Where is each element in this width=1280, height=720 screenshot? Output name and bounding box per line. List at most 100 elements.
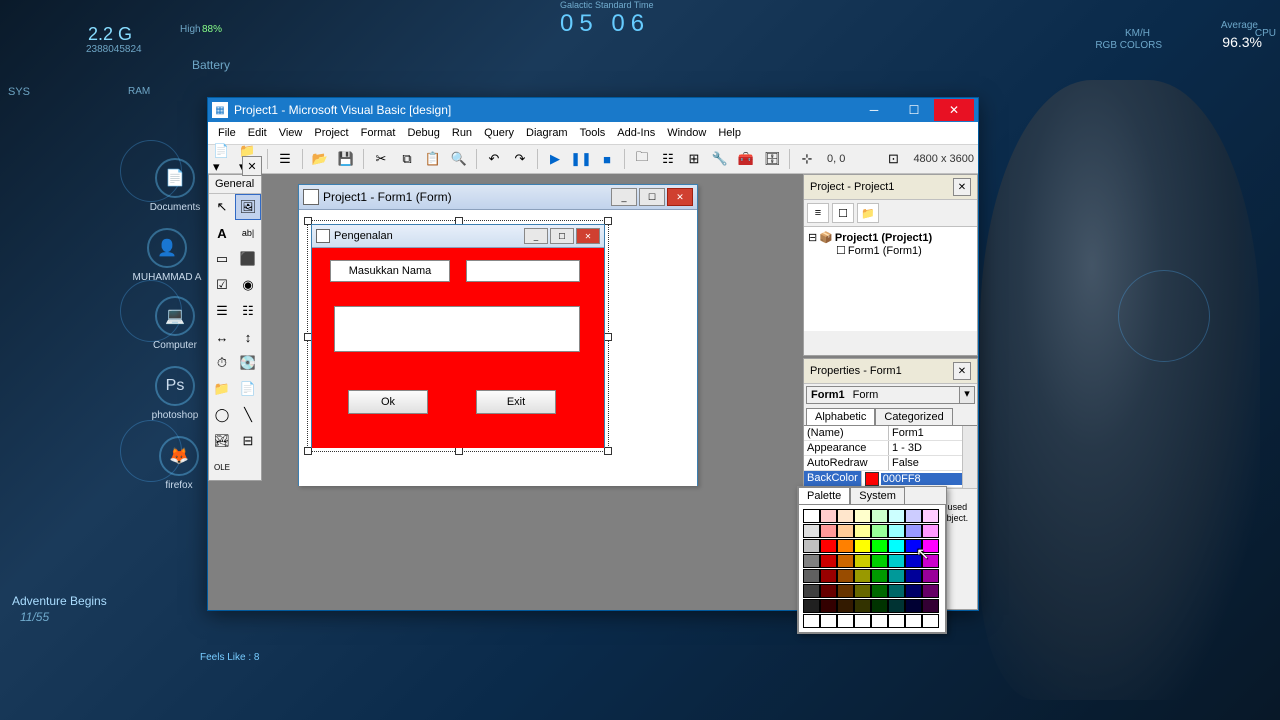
form-designer-window[interactable]: Project1 - Form1 (Form) _ ☐ ✕	[298, 184, 698, 486]
color-swatch[interactable]	[837, 509, 854, 523]
project-root[interactable]: Project1 (Project1)	[835, 232, 932, 244]
desktop-icon-firefox[interactable]: 🦊firefox	[144, 436, 214, 491]
color-swatch[interactable]	[820, 539, 837, 553]
picker-tab-palette[interactable]: Palette	[798, 487, 850, 504]
color-swatch[interactable]	[820, 599, 837, 613]
color-swatch[interactable]	[803, 599, 820, 613]
color-swatch[interactable]	[854, 524, 871, 538]
color-swatch[interactable]	[837, 554, 854, 568]
menu-debug[interactable]: Debug	[401, 125, 445, 141]
form-designer-titlebar[interactable]: Project1 - Form1 (Form) _ ☐ ✕	[299, 185, 697, 210]
color-swatch[interactable]	[837, 614, 854, 628]
color-swatch[interactable]	[888, 584, 905, 598]
tb-redo-icon[interactable]: ↷	[508, 147, 532, 171]
color-swatch[interactable]	[922, 599, 939, 613]
tb-undo-icon[interactable]: ↶	[482, 147, 506, 171]
prop-key-appearance[interactable]: Appearance	[804, 441, 889, 455]
tb-break-icon[interactable]: ❚❚	[569, 147, 593, 171]
tb-save-icon[interactable]: 💾	[334, 147, 358, 171]
menu-edit[interactable]: Edit	[242, 125, 273, 141]
menu-window[interactable]: Window	[661, 125, 712, 141]
color-swatch[interactable]	[854, 539, 871, 553]
color-swatch[interactable]	[820, 569, 837, 583]
color-swatch[interactable]	[871, 539, 888, 553]
menu-query[interactable]: Query	[478, 125, 520, 141]
color-swatch[interactable]	[837, 599, 854, 613]
tb-project-explorer-icon[interactable]: 🗀	[630, 147, 654, 171]
user-form[interactable]: Pengenalan _ ☐ ✕ Masukkan Nama Ok Exit	[311, 224, 605, 448]
color-swatch[interactable]	[871, 569, 888, 583]
tb-end-icon[interactable]: ■	[595, 147, 619, 171]
user-form-body[interactable]: Masukkan Nama Ok Exit	[312, 248, 604, 448]
toolbox-close-icon[interactable]: ✕	[242, 156, 262, 176]
color-swatch[interactable]	[905, 599, 922, 613]
color-swatch[interactable]	[820, 524, 837, 538]
label-masukkan-nama[interactable]: Masukkan Nama	[330, 260, 450, 282]
color-swatch[interactable]	[871, 584, 888, 598]
color-swatch[interactable]	[854, 509, 871, 523]
user-form-maximize-button[interactable]: ☐	[550, 228, 574, 244]
color-swatch[interactable]	[803, 554, 820, 568]
color-swatch[interactable]	[888, 524, 905, 538]
color-swatch[interactable]	[803, 569, 820, 583]
color-swatch[interactable]	[922, 509, 939, 523]
user-form-titlebar[interactable]: Pengenalan _ ☐ ✕	[312, 225, 604, 248]
color-swatch[interactable]	[837, 584, 854, 598]
color-swatch[interactable]	[837, 539, 854, 553]
toggle-folders-icon[interactable]: 📁	[857, 203, 879, 223]
color-swatch[interactable]	[871, 554, 888, 568]
color-swatch[interactable]	[803, 509, 820, 523]
user-form-close-button[interactable]: ✕	[576, 228, 600, 244]
menu-view[interactable]: View	[273, 125, 309, 141]
tb-properties-icon[interactable]: ☷	[656, 147, 680, 171]
color-swatch[interactable]	[871, 614, 888, 628]
color-swatch[interactable]	[854, 554, 871, 568]
color-swatch[interactable]	[905, 524, 922, 538]
combo-dropdown-icon[interactable]: ▾	[959, 387, 974, 403]
color-swatch[interactable]	[888, 554, 905, 568]
menu-format[interactable]: Format	[355, 125, 402, 141]
project-child[interactable]: Form1 (Form1)	[848, 245, 922, 257]
form-close-button[interactable]: ✕	[667, 188, 693, 206]
color-swatch[interactable]	[905, 509, 922, 523]
project-tree[interactable]: ⊟ 📦 Project1 (Project1) ☐ Form1 (Form1)	[804, 227, 977, 331]
object-selector-combo[interactable]: Form1 Form ▾	[806, 386, 975, 404]
tb-form-layout-icon[interactable]: ⊞	[682, 147, 706, 171]
desktop-icon-documents[interactable]: 📄Documents	[140, 158, 210, 213]
textbox-nama[interactable]	[466, 260, 580, 282]
tab-alphabetic[interactable]: Alphabetic	[806, 408, 875, 425]
color-swatch[interactable]	[922, 614, 939, 628]
tb-add-form-icon[interactable]: 📄▾	[212, 147, 236, 171]
properties-scrollbar[interactable]	[962, 426, 977, 488]
minimize-button[interactable]: ─	[854, 99, 894, 121]
color-swatch[interactable]	[871, 524, 888, 538]
desktop-icon-photoshop[interactable]: Psphotoshop	[140, 366, 210, 421]
form-maximize-button[interactable]: ☐	[639, 188, 665, 206]
color-swatch[interactable]	[871, 509, 888, 523]
properties-grid[interactable]: (Name)Form1 Appearance1 - 3D AutoRedrawF…	[804, 425, 977, 488]
color-swatch[interactable]	[820, 554, 837, 568]
tb-toolbox-icon[interactable]: 🧰	[734, 147, 758, 171]
picker-tab-system[interactable]: System	[850, 487, 905, 504]
color-swatch[interactable]	[922, 584, 939, 598]
tb-find-icon[interactable]: 🔍	[447, 147, 471, 171]
tb-paste-icon[interactable]: 📋	[421, 147, 445, 171]
color-swatch[interactable]	[888, 539, 905, 553]
color-swatch[interactable]	[820, 509, 837, 523]
color-swatch[interactable]	[905, 614, 922, 628]
user-form-minimize-button[interactable]: _	[524, 228, 548, 244]
tree-collapse-icon[interactable]: ⊟	[808, 231, 817, 244]
tb-menu-editor-icon[interactable]: ☰	[273, 147, 297, 171]
color-swatch[interactable]	[837, 524, 854, 538]
menu-diagram[interactable]: Diagram	[520, 125, 574, 141]
tb-copy-icon[interactable]: ⧉	[395, 147, 419, 171]
tb-object-browser-icon[interactable]: 🔧	[708, 147, 732, 171]
desktop-icon-computer[interactable]: 💻Computer	[140, 296, 210, 351]
menu-tools[interactable]: Tools	[574, 125, 612, 141]
tb-cut-icon[interactable]: ✂	[369, 147, 393, 171]
menu-file[interactable]: File	[212, 125, 242, 141]
menu-run[interactable]: Run	[446, 125, 478, 141]
prop-key-autoredraw[interactable]: AutoRedraw	[804, 456, 889, 470]
color-swatch[interactable]	[905, 584, 922, 598]
close-button[interactable]: ✕	[934, 99, 974, 121]
